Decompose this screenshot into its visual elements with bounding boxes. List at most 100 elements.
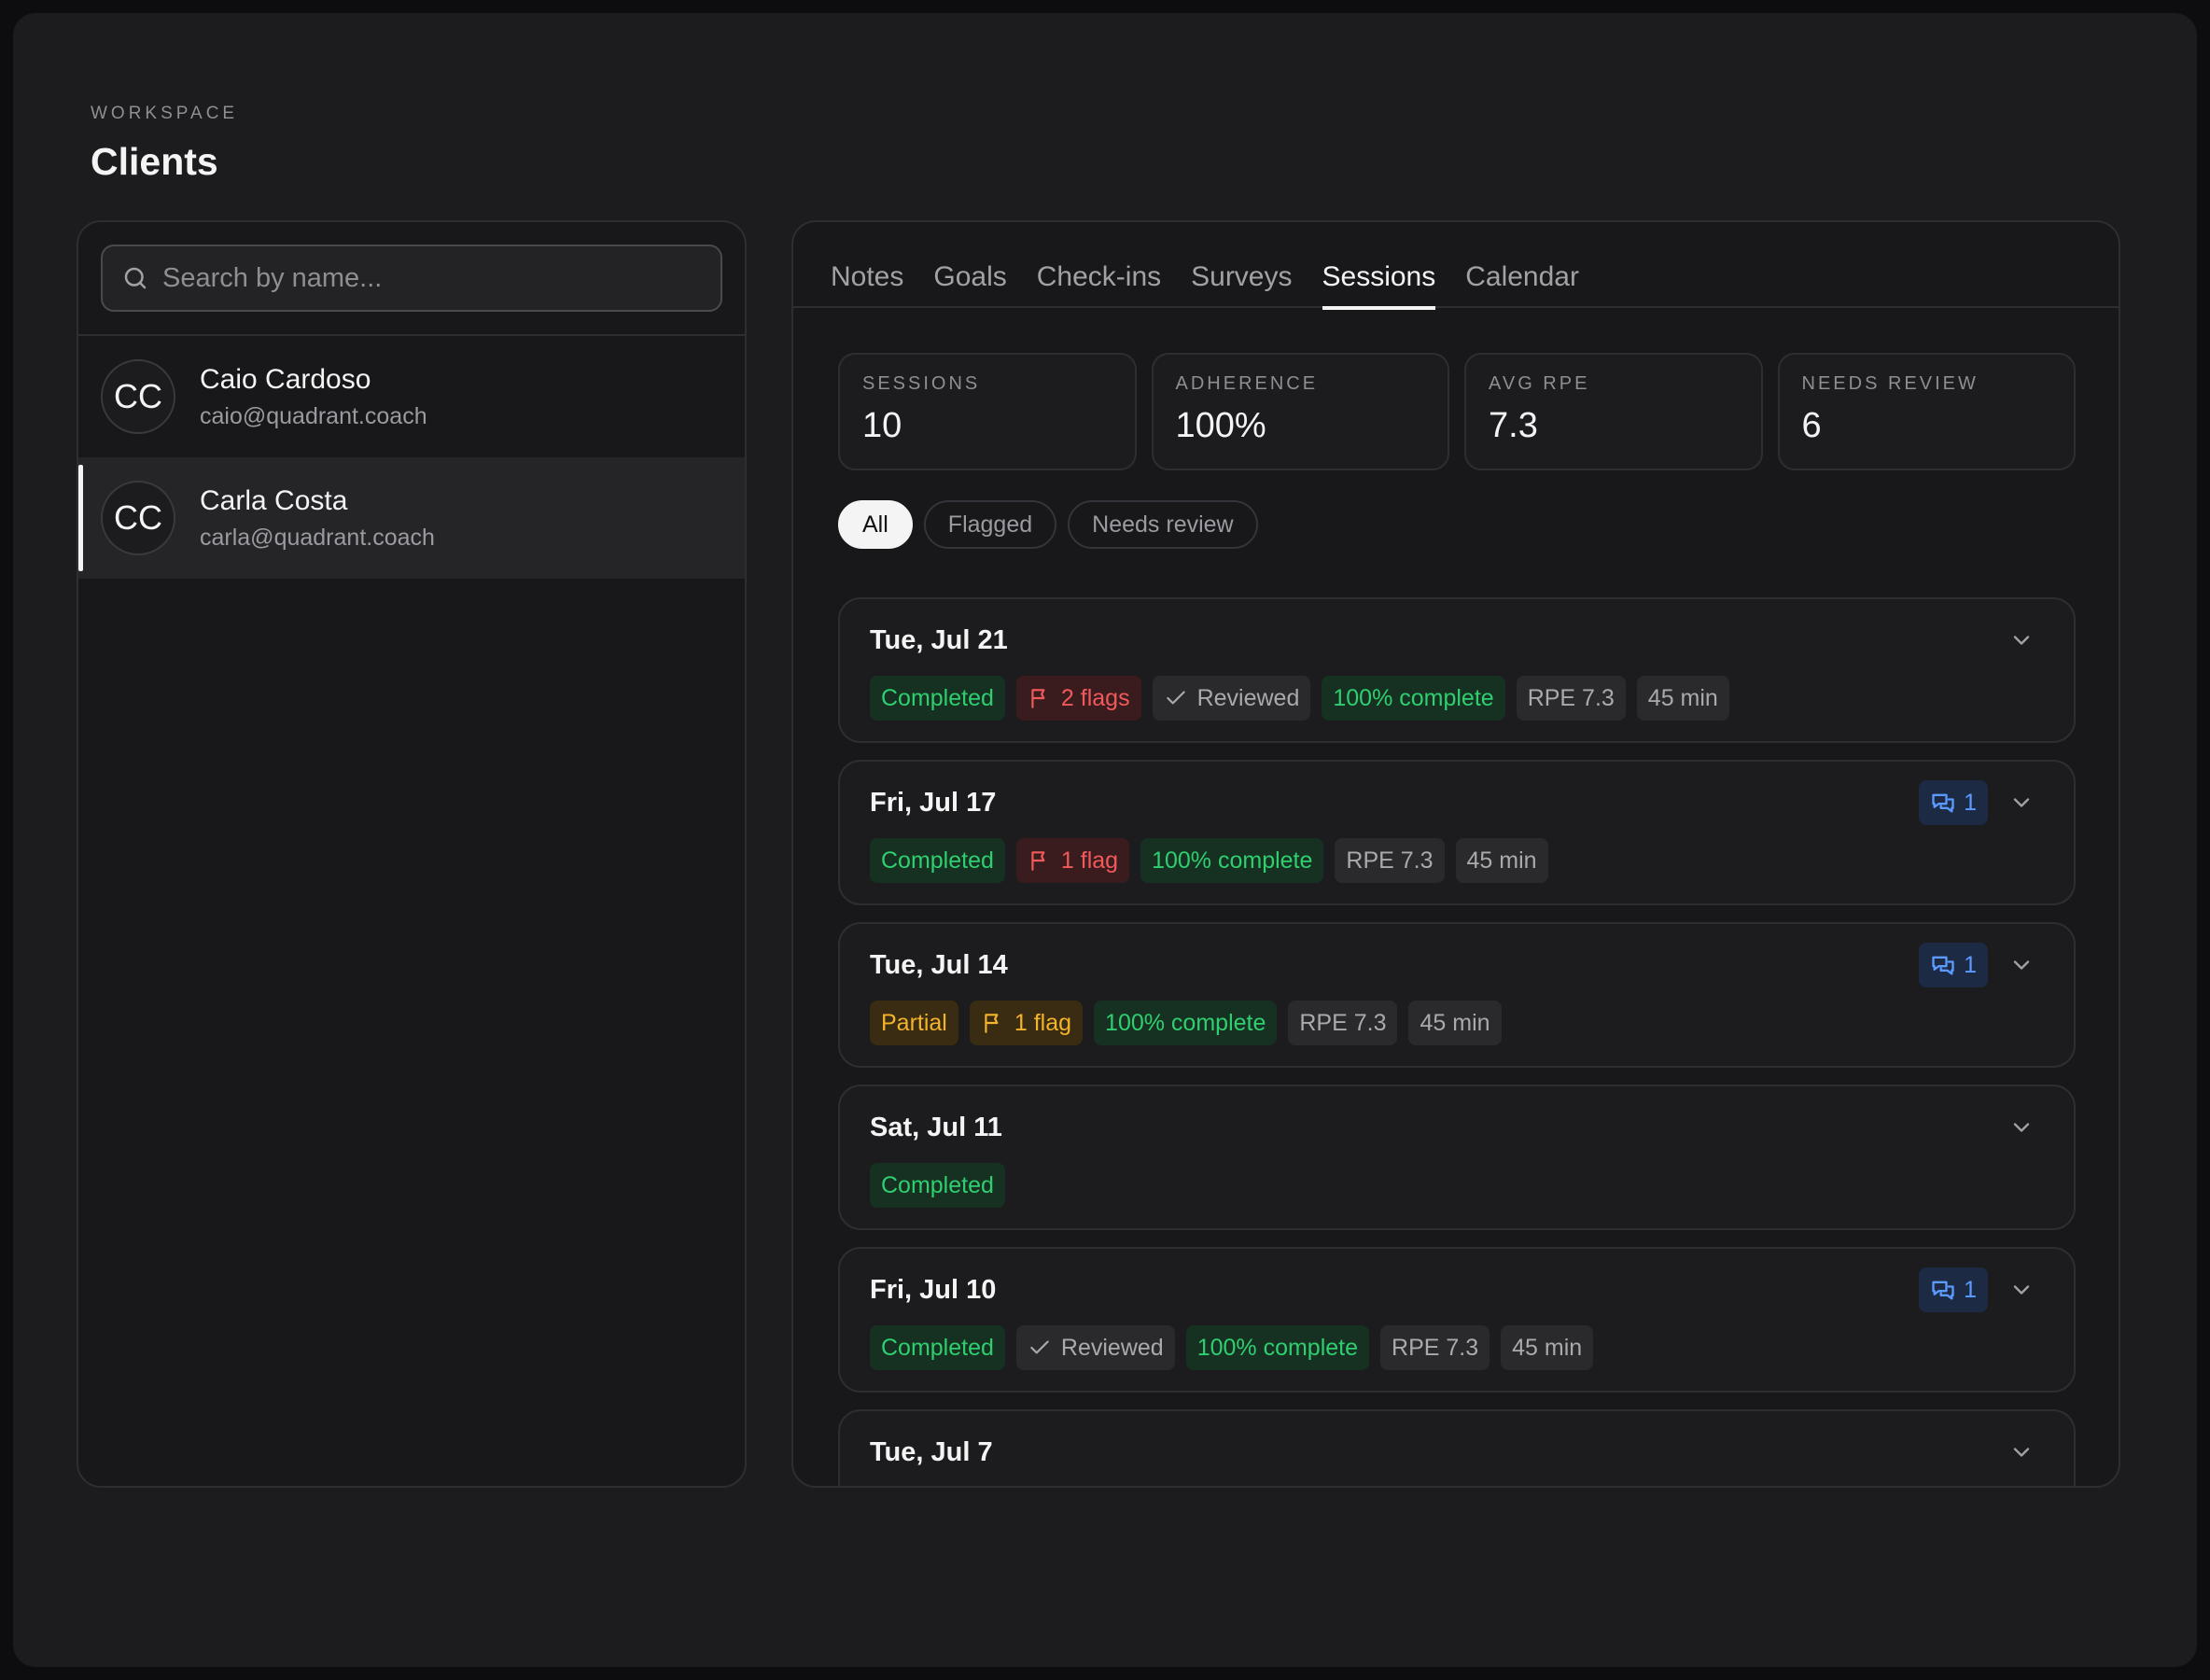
tab-notes[interactable]: Notes xyxy=(831,222,903,308)
tag-label: 45 min xyxy=(1647,684,1718,711)
session-tag: 45 min xyxy=(1455,838,1548,883)
session-tag: 45 min xyxy=(1408,1001,1502,1045)
session-tags: Completed Reviewed 100% complete RPE 7.3 45 … xyxy=(870,1325,2044,1370)
session-header: Tue, Jul 21 xyxy=(870,622,2044,659)
session-header: Fri, Jul 17 1 xyxy=(870,780,2044,825)
tag-label: Completed xyxy=(881,1171,994,1198)
client-email: carla@quadrant.coach xyxy=(200,524,435,551)
session-tag: 45 min xyxy=(1501,1325,1594,1370)
comments-icon xyxy=(1932,1281,1954,1300)
session-tag: RPE 7.3 xyxy=(1288,1001,1398,1045)
search-icon xyxy=(124,267,147,289)
comments-badge[interactable]: 1 xyxy=(1919,1267,1988,1312)
stat-value: 7.3 xyxy=(1489,406,1538,445)
tab-goals[interactable]: Goals xyxy=(933,222,1006,308)
stat-label: NEEDS REVIEW xyxy=(1801,373,1979,394)
tag-label: 100% complete xyxy=(1196,1334,1359,1361)
tag-label: 45 min xyxy=(1466,847,1537,874)
client-email: caio@quadrant.coach xyxy=(200,402,427,429)
session-tags: Partial 1 flag 100% complete RPE 7.3 45 min xyxy=(870,1001,2044,1045)
session-header: Tue, Jul 14 1 xyxy=(870,943,2044,987)
flag-icon xyxy=(1031,689,1045,708)
tag-label: 100% complete xyxy=(1105,1009,1266,1036)
session-date: Fri, Jul 17 xyxy=(870,787,997,818)
session-date: Fri, Jul 10 xyxy=(870,1274,997,1305)
session-tag: 1 flag xyxy=(969,1001,1084,1045)
tag-label: Completed xyxy=(881,684,994,711)
session-tags: Completed 2 flags Reviewed 100% complete RPE… xyxy=(870,676,2044,721)
chevron-down-icon xyxy=(2013,1123,2030,1132)
session-tag: RPE 7.3 xyxy=(1380,1325,1490,1370)
tag-label: 45 min xyxy=(1420,1009,1490,1036)
tag-label: Completed xyxy=(881,1334,994,1361)
tag-label: RPE 7.3 xyxy=(1346,847,1434,874)
tag-label: 100% complete xyxy=(1333,684,1494,711)
expand-toggle[interactable] xyxy=(2008,1114,2035,1141)
filter-all[interactable]: All xyxy=(838,500,913,549)
session-tag: Partial xyxy=(870,1001,958,1045)
session-card[interactable]: Tue, Jul 14 1 Partial 1 flag 100% complete RP… xyxy=(838,922,2076,1068)
session-card[interactable]: Tue, Jul 7CompletedReviewed xyxy=(838,1409,2076,1486)
tab-sessions[interactable]: Sessions xyxy=(1322,222,1435,310)
client-detail-panel: Notes Goals Check-ins Surveys Sessions C… xyxy=(791,220,2120,1488)
comments-badge[interactable]: 1 xyxy=(1919,780,1988,825)
client-name: Caio Cardoso xyxy=(200,363,371,395)
stat-needs-review: NEEDS REVIEW 6 xyxy=(1777,353,2076,470)
session-tag: 45 min xyxy=(1636,676,1729,721)
expand-toggle[interactable] xyxy=(2008,952,2035,978)
session-tag: Completed xyxy=(870,1163,1005,1208)
avatar: CC xyxy=(101,481,175,555)
tag-label: 2 flags xyxy=(1060,684,1130,711)
session-card[interactable]: Sat, Jul 11 Completed xyxy=(838,1085,2076,1230)
avatar: CC xyxy=(101,359,175,434)
chevron-down-icon xyxy=(2013,1448,2030,1457)
stat-value: 100% xyxy=(1175,406,1266,445)
tag-label: Partial xyxy=(881,1009,947,1036)
session-list: Tue, Jul 21 Completed 2 flags Reviewed 100% … xyxy=(838,597,2076,1486)
filter-chips: All Flagged Needs review xyxy=(838,500,2076,549)
expand-toggle[interactable] xyxy=(2008,1277,2035,1303)
session-card[interactable]: Tue, Jul 21 Completed 2 flags Reviewed 100% … xyxy=(838,597,2076,743)
search-box[interactable] xyxy=(101,245,722,312)
expand-toggle[interactable] xyxy=(2008,627,2035,653)
client-info: Carla Costa carla@quadrant.coach xyxy=(200,485,435,552)
expand-toggle[interactable] xyxy=(2008,790,2035,816)
comments-badge[interactable]: 1 xyxy=(1919,943,1988,987)
search-input[interactable] xyxy=(162,262,702,294)
expand-toggle[interactable] xyxy=(2008,1439,2035,1465)
chevron-down-icon xyxy=(2013,798,2030,807)
session-tag: RPE 7.3 xyxy=(1335,838,1445,883)
session-card[interactable]: Fri, Jul 10 1 Completed Reviewed 100% comple… xyxy=(838,1247,2076,1393)
tab-check-ins[interactable]: Check-ins xyxy=(1037,222,1161,308)
chevron-down-icon xyxy=(2013,960,2030,970)
session-header: Fri, Jul 10 1 xyxy=(870,1267,2044,1312)
tab-bar: Notes Goals Check-ins Surveys Sessions C… xyxy=(793,222,2119,310)
filter-flagged[interactable]: Flagged xyxy=(923,500,1057,549)
session-tag: RPE 7.3 xyxy=(1516,676,1626,721)
filter-needs-review[interactable]: Needs review xyxy=(1068,500,1258,549)
comments-icon xyxy=(1932,793,1954,813)
session-card[interactable]: Fri, Jul 17 1 Completed 1 flag 100% complete… xyxy=(838,760,2076,905)
workspace-label: WORKSPACE xyxy=(91,104,239,123)
session-tag: 100% complete xyxy=(1094,1001,1278,1045)
session-tag: 1 flag xyxy=(1015,838,1130,883)
session-header: Sat, Jul 11 xyxy=(870,1109,2044,1146)
tab-calendar[interactable]: Calendar xyxy=(1465,222,1579,308)
session-date: Tue, Jul 21 xyxy=(870,624,1008,655)
client-item-caio-cardoso[interactable]: CC Caio Cardoso caio@quadrant.coach xyxy=(78,336,745,457)
session-tag: Completed xyxy=(870,1325,1005,1370)
stat-label: AVG RPE xyxy=(1489,373,1590,394)
comment-count: 1 xyxy=(1964,951,1977,978)
session-tag: Completed xyxy=(870,838,1005,883)
session-tag: 100% complete xyxy=(1185,1325,1370,1370)
check-icon xyxy=(1166,691,1185,705)
chevron-down-icon xyxy=(2013,1285,2030,1295)
client-name: Carla Costa xyxy=(200,484,348,516)
tag-label: Completed xyxy=(881,847,994,874)
tag-label: 1 flag xyxy=(1060,847,1119,874)
session-tag: 100% complete xyxy=(1322,676,1505,721)
tab-surveys[interactable]: Surveys xyxy=(1191,222,1292,308)
session-tags: Completed xyxy=(870,1163,2044,1208)
stat-value: 6 xyxy=(1801,406,1822,445)
client-item-carla-costa[interactable]: CC Carla Costa carla@quadrant.coach xyxy=(78,457,745,579)
